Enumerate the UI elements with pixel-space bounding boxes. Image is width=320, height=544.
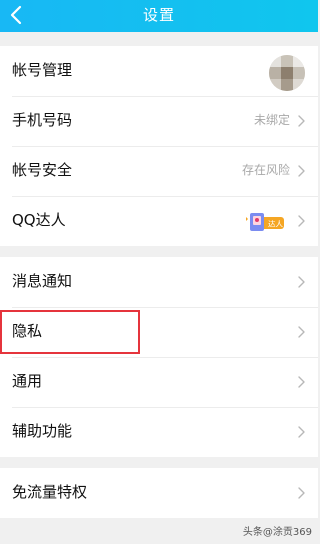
chevron-right-icon [298,487,305,499]
page-title: 设置 [142,6,175,24]
svg-text:达人: 达人 [268,219,283,229]
account-group: 帐号管理 手机号码 未绑定 帐号安全 存在风险 QQ达人 达人 [0,46,318,246]
row-label: 消息通知 [12,272,73,290]
accessibility-row[interactable]: 辅助功能 [0,407,318,457]
chevron-right-icon [298,426,305,438]
row-label: 帐号管理 [12,61,73,79]
free-traffic-privilege-row[interactable]: 免流量特权 [0,468,318,518]
row-label: QQ达人 [12,211,66,229]
general-row[interactable]: 通用 [0,357,318,407]
chevron-right-icon [298,326,305,338]
qq-expert-row[interactable]: QQ达人 达人 [0,196,318,246]
chevron-right-icon [298,215,305,227]
row-label: 手机号码 [12,111,73,129]
watermark: 头条@涂贡369 [242,527,312,538]
chevron-right-icon [298,276,305,288]
expert-badge-icon: 达人 [246,213,284,231]
account-security-row[interactable]: 帐号安全 存在风险 [0,146,318,196]
row-label: 免流量特权 [12,483,88,501]
message-notification-row[interactable]: 消息通知 [0,257,318,307]
row-value: 存在风险 [241,163,290,177]
chevron-right-icon [298,165,305,177]
chevron-right-icon [298,115,305,127]
traffic-group: 免流量特权 [0,468,318,518]
general-group: 消息通知 隐私 通用 辅助功能 [0,257,318,457]
row-label: 隐私 [12,322,43,340]
avatar[interactable] [269,55,305,91]
chevron-right-icon [298,376,305,388]
privacy-row[interactable]: 隐私 [0,307,318,357]
title-bar: 设置 [0,0,318,32]
row-value: 未绑定 [253,113,290,127]
row-label: 帐号安全 [12,161,73,179]
account-management-row[interactable]: 帐号管理 [0,46,318,96]
row-label: 通用 [12,372,43,390]
row-label: 辅助功能 [12,422,73,440]
phone-number-row[interactable]: 手机号码 未绑定 [0,96,318,146]
